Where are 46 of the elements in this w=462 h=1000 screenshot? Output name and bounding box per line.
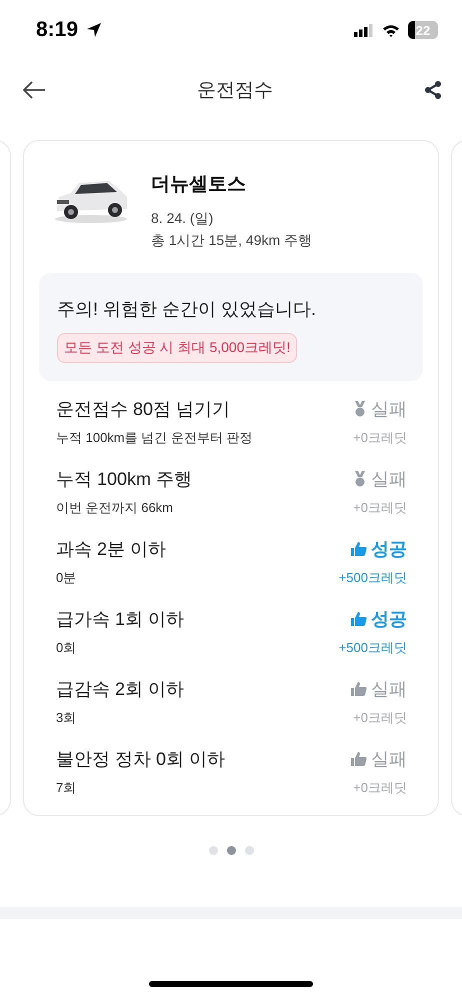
challenge-detail: 3회: [56, 709, 76, 727]
reward-badge: 모든 도전 성공 시 최대 5,000크레딧!: [57, 333, 298, 363]
credit-amount: +500크레딧: [338, 639, 407, 657]
credit-amount: +500크레딧: [338, 569, 407, 587]
challenge-result: 성공: [351, 537, 407, 561]
challenge-result: 성공: [351, 607, 407, 631]
challenge-result: 실패: [353, 467, 407, 491]
battery-icon: 22: [408, 21, 438, 39]
page-dot[interactable]: [208, 846, 218, 855]
wifi-icon: [382, 24, 400, 36]
challenge-title: 급감속 2회 이하: [56, 678, 184, 701]
credit-amount: +0크레딧: [353, 429, 407, 447]
medal-icon: [353, 471, 367, 487]
challenge-title: 과속 2분 이하: [56, 538, 166, 561]
challenge-detail: 7회: [56, 779, 76, 797]
credit-amount: +0크레딧: [353, 499, 407, 517]
location-arrow-icon: [86, 22, 102, 38]
page-title: 운전점수: [197, 79, 273, 103]
challenge-title: 급가속 1회 이하: [56, 608, 184, 631]
car-name: 더뉴셀토스: [151, 173, 247, 197]
page-dot[interactable]: [244, 846, 254, 855]
thumbs-up-icon: [351, 682, 367, 696]
back-button[interactable]: [22, 80, 46, 100]
credit-amount: +0크레딧: [353, 779, 407, 797]
challenge-detail: 0분: [56, 569, 76, 587]
challenge-title: 불안정 정차 0회 이하: [56, 748, 226, 771]
trip-date: 8. 24. (일): [151, 209, 214, 228]
credit-amount: +0크레딧: [353, 709, 407, 727]
challenge-result: 실패: [351, 747, 407, 771]
thumbs-up-icon: [351, 752, 367, 766]
warning-message: 주의! 위험한 순간이 있었습니다.: [57, 298, 316, 321]
trip-summary: 총 1시간 15분, 49km 주행: [151, 231, 312, 250]
thumbs-up-icon: [351, 612, 367, 626]
challenge-result: 실패: [351, 677, 407, 701]
thumbs-up-icon: [351, 542, 367, 556]
challenge-title: 운전점수 80점 넘기기: [56, 398, 230, 421]
challenge-result: 실패: [353, 397, 407, 421]
challenge-detail: 누적 100km를 넘긴 운전부터 판정: [56, 429, 252, 447]
signal-icon: [354, 24, 374, 36]
share-button[interactable]: [424, 80, 442, 100]
challenge-detail: 0회: [56, 639, 76, 657]
page-dot[interactable]: [226, 846, 236, 855]
challenge-title: 누적 100km 주행: [56, 468, 192, 491]
medal-icon: [353, 401, 367, 417]
challenge-detail: 이번 운전까지 66km: [56, 499, 174, 517]
status-time: 8:19: [36, 18, 78, 42]
